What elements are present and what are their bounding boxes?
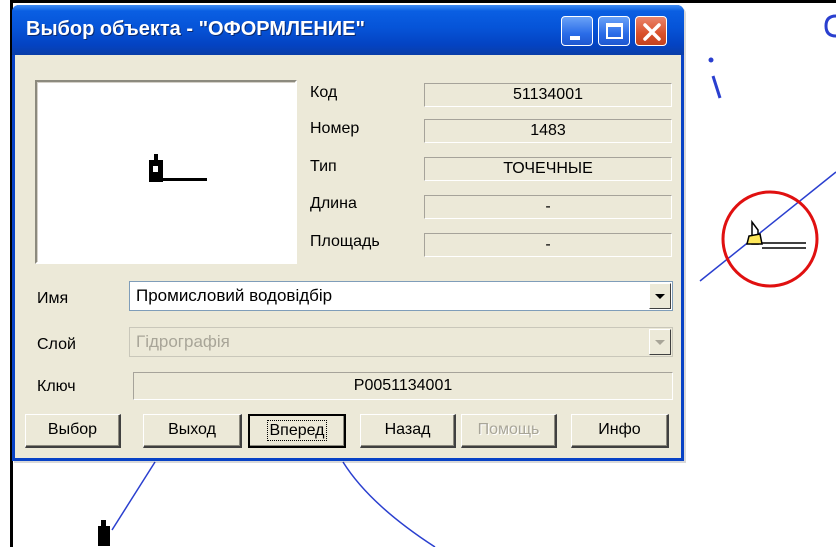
maximize-icon — [606, 23, 623, 39]
map-text-fragment-c — [824, 14, 836, 38]
select-button[interactable]: Выбор — [25, 414, 121, 448]
window-title: Выбор объекта - "ОФОРМЛЕНИЕ" — [26, 18, 365, 40]
code-field: 51134001 — [424, 83, 672, 107]
maximize-button[interactable] — [598, 16, 630, 46]
area-field: - — [424, 233, 672, 257]
key-label: Ключ — [37, 378, 76, 395]
minimize-icon — [570, 36, 580, 40]
info-button[interactable]: Инфо — [571, 414, 669, 448]
close-icon — [643, 23, 661, 41]
object-symbol-icon — [149, 154, 207, 182]
name-select[interactable]: Промисловий водовідбір — [129, 281, 673, 311]
name-value: Промисловий водовідбір — [136, 286, 333, 305]
key-field: P0051134001 — [133, 372, 673, 400]
highlight-circle — [721, 190, 819, 288]
forward-button[interactable]: Вперед — [248, 414, 346, 448]
chevron-down-icon[interactable] — [649, 283, 671, 309]
type-label: Тип — [310, 158, 337, 175]
exit-button[interactable]: Выход — [143, 414, 242, 448]
layer-select: Гідрографія — [129, 327, 673, 357]
select-object-dialog: Выбор объекта - "ОФОРМЛЕНИЕ" Код 5113400… — [12, 5, 684, 461]
length-field: - — [424, 195, 672, 219]
close-button[interactable] — [635, 16, 667, 46]
number-field: 1483 — [424, 119, 672, 143]
back-button[interactable]: Назад — [360, 414, 456, 448]
forward-button-label: Вперед — [267, 420, 327, 441]
help-button: Помощь — [461, 414, 557, 448]
map-frame-top — [10, 0, 836, 3]
map-object-symbol-icon — [746, 219, 806, 249]
map-text-fragment-i — [711, 75, 722, 99]
title-bar[interactable]: Выбор объекта - "ОФОРМЛЕНИЕ" — [12, 5, 684, 55]
minimize-button[interactable] — [561, 16, 593, 46]
type-field: ТОЧЕЧНЫЕ — [424, 157, 672, 181]
length-label: Длина — [310, 195, 357, 212]
name-label: Имя — [37, 290, 69, 307]
number-label: Номер — [310, 120, 360, 137]
layer-label: Слой — [37, 336, 76, 353]
object-preview — [35, 80, 297, 264]
layer-value: Гідрографія — [136, 332, 230, 351]
code-label: Код — [310, 84, 338, 101]
map-object-symbol-icon — [98, 520, 110, 546]
area-label: Площадь — [310, 233, 380, 250]
map-curve-bottom — [342, 461, 436, 547]
map-text-fragment-dot — [708, 57, 714, 63]
chevron-down-icon — [649, 329, 671, 355]
map-line-bottom-left — [111, 461, 156, 531]
